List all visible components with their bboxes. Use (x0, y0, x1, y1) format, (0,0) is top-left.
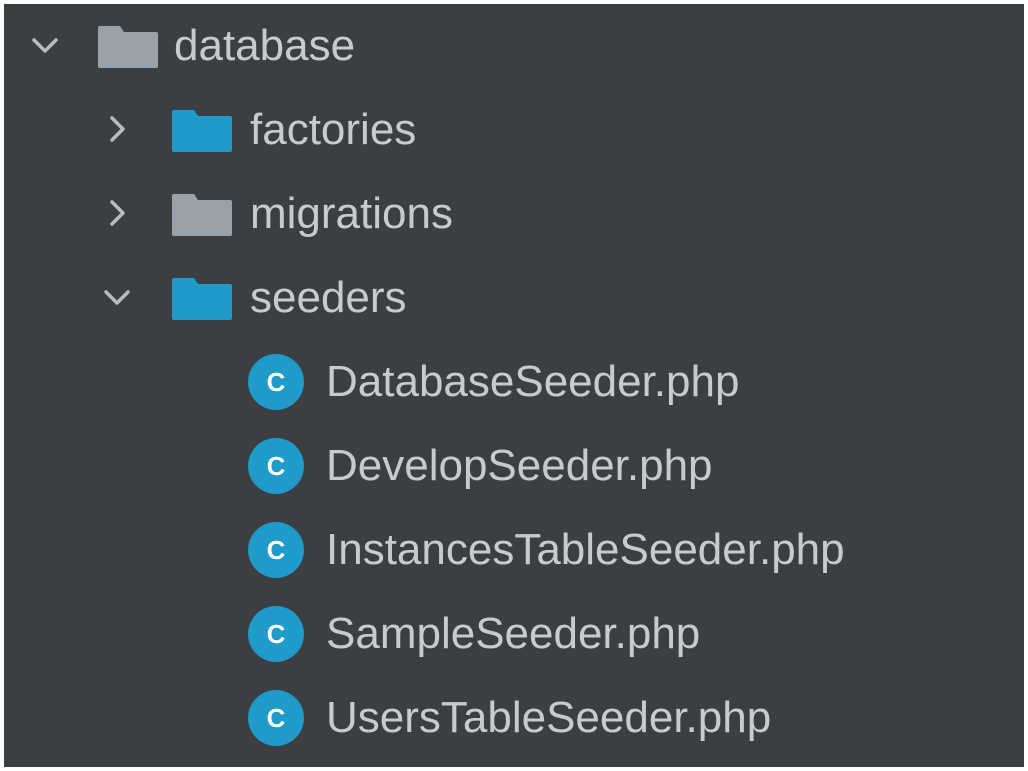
tree-file-users-table-seeder[interactable]: C UsersTableSeeder.php (4, 676, 1024, 760)
php-class-icon-letter: C (267, 367, 286, 397)
tree-file-label: SampleSeeder.php (326, 609, 701, 658)
tree-node-database[interactable]: database (4, 4, 1024, 88)
php-class-icon: C (248, 354, 304, 410)
tree-file-label: UsersTableSeeder.php (326, 693, 772, 742)
tree-file-instances-table-seeder[interactable]: C InstancesTableSeeder.php (4, 508, 1024, 592)
chevron-down-icon[interactable] (102, 282, 132, 312)
project-tree-panel: database factories migrations seeders C … (4, 4, 1024, 767)
tree-file-database-seeder[interactable]: C DatabaseSeeder.php (4, 340, 1024, 424)
tree-file-label: InstancesTableSeeder.php (326, 525, 845, 574)
tree-file-label: DatabaseSeeder.php (326, 357, 740, 406)
php-class-icon-letter: C (267, 703, 286, 733)
source-folder-icon (172, 110, 232, 152)
tree-node-seeders[interactable]: seeders (4, 256, 1024, 340)
chevron-down-icon[interactable] (30, 30, 60, 60)
php-class-icon: C (248, 522, 304, 578)
php-class-icon: C (248, 438, 304, 494)
tree-file-label: DevelopSeeder.php (326, 441, 713, 490)
php-class-icon-letter: C (267, 619, 286, 649)
tree-node-label: seeders (250, 273, 407, 322)
php-class-icon: C (248, 690, 304, 746)
php-class-icon: C (248, 606, 304, 662)
tree-node-label: factories (250, 105, 417, 154)
tree-file-sample-seeder[interactable]: C SampleSeeder.php (4, 592, 1024, 676)
php-class-icon-letter: C (267, 451, 286, 481)
tree-node-label: migrations (250, 189, 453, 238)
chevron-right-icon[interactable] (102, 198, 132, 228)
folder-icon (172, 194, 232, 236)
tree-file-develop-seeder[interactable]: C DevelopSeeder.php (4, 424, 1024, 508)
tree-node-factories[interactable]: factories (4, 88, 1024, 172)
chevron-right-icon[interactable] (102, 114, 132, 144)
tree-node-label: database (174, 21, 356, 70)
tree-node-migrations[interactable]: migrations (4, 172, 1024, 256)
folder-icon (98, 26, 158, 68)
php-class-icon-letter: C (267, 535, 286, 565)
source-folder-icon (172, 278, 232, 320)
